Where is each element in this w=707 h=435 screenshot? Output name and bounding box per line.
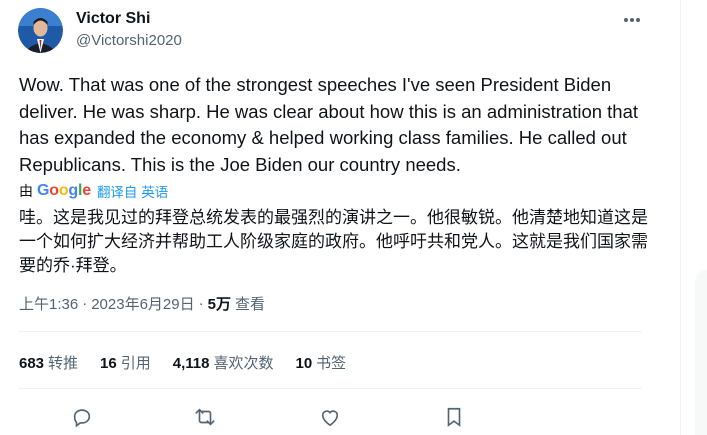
translation-prefix: 由 xyxy=(19,183,33,199)
stat-label: 喜欢次数 xyxy=(213,355,274,372)
like-icon[interactable] xyxy=(316,403,344,431)
stat-label: 转推 xyxy=(48,355,79,372)
stat-retweets[interactable]: 683 转推 xyxy=(19,352,78,373)
retweet-icon[interactable] xyxy=(191,403,219,431)
views-count: 5万 xyxy=(207,296,231,313)
divider xyxy=(19,388,642,389)
page: Victor Shi @Victorshi2020 Wow. That was … xyxy=(0,0,707,435)
meta-separator: · xyxy=(198,295,204,312)
stat-bookmarks[interactable]: 10 书签 xyxy=(295,352,346,373)
meta-separator: · xyxy=(82,295,88,312)
stat-likes[interactable]: 4,118 喜欢次数 xyxy=(173,352,274,373)
views-label: 查看 xyxy=(234,296,265,313)
author-name[interactable]: Victor Shi xyxy=(76,10,150,28)
tweet-meta: 上午1:36 · 2023年6月29日 · 5万 查看 xyxy=(19,293,265,314)
translation-link[interactable]: 翻译自 英语 xyxy=(97,181,168,201)
more-icon[interactable] xyxy=(618,6,646,34)
stat-label: 引用 xyxy=(120,355,151,372)
reply-icon[interactable] xyxy=(68,403,96,431)
stat-count: 4,118 xyxy=(172,355,210,372)
engagement-stats: 683 转推 16 引用 4,118 喜欢次数 10 书签 xyxy=(19,352,368,373)
tweet-time[interactable]: 上午1:36 xyxy=(19,293,78,314)
divider xyxy=(19,331,642,332)
stat-label: 书签 xyxy=(316,355,347,372)
action-bar xyxy=(0,400,665,434)
stat-quotes[interactable]: 16 引用 xyxy=(100,352,151,373)
tweet-text: Wow. That was one of the strongest speec… xyxy=(19,74,639,175)
sidebar-card xyxy=(695,270,707,435)
stat-count: 10 xyxy=(295,355,313,372)
author-handle[interactable]: @Victorshi2020 xyxy=(76,32,182,49)
stat-count: 16 xyxy=(100,355,117,372)
translation-attribution: 由 Google 翻译自 英语 xyxy=(19,181,168,201)
tweet: Victor Shi @Victorshi2020 Wow. That was … xyxy=(0,0,665,435)
translated-text: 哇。这是我见过的拜登总统发表的最强烈的演讲之一。他很敏锐。他清楚地知道这是一个如… xyxy=(19,208,648,275)
top-fade xyxy=(40,0,210,4)
tweet-date[interactable]: 2023年6月29日 xyxy=(91,293,194,314)
stat-count: 683 xyxy=(19,355,45,372)
avatar[interactable] xyxy=(18,8,63,53)
bookmark-icon[interactable] xyxy=(440,403,468,431)
google-logo: Google xyxy=(37,182,91,199)
